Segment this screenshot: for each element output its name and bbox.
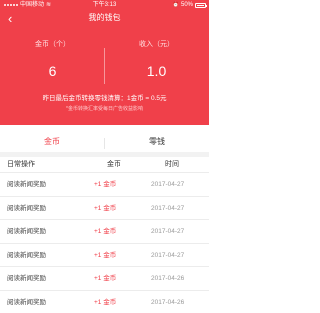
battery-icon xyxy=(195,2,207,8)
status-right: ⏰ 50% xyxy=(172,0,207,10)
table-row: 阅读新闻奖励 +1 金币 2017-04-27 xyxy=(0,197,209,220)
wallet-header: 中国移动 ≋ 下午3:13 ⏰ 50% ‹ 我的钱包 金币（个） 6 收入（元）… xyxy=(0,0,209,125)
coins-stat: 金币（个） 6 xyxy=(0,40,105,82)
row-operation: 阅读新闻奖励 xyxy=(7,251,46,259)
row-time: 2017-04-27 xyxy=(151,251,185,259)
nav-bar: ‹ 我的钱包 xyxy=(0,10,209,28)
row-time: 2017-04-27 xyxy=(151,181,185,188)
alarm-icon: ⏰ xyxy=(172,2,179,8)
row-coin: +1 金币 xyxy=(94,251,117,259)
table-row: 阅读新闻奖励 +1 金币 2017-04-26 xyxy=(0,267,209,291)
table-row: 阅读新闻奖励 +1 金币 2017-04-26 xyxy=(0,291,209,313)
header-time: 时间 xyxy=(165,161,179,168)
row-time: 2017-04-26 xyxy=(151,275,185,282)
table-row: 阅读新闻奖励 +1 金币 2017-04-27 xyxy=(0,173,209,197)
row-time: 2017-04-27 xyxy=(151,228,185,235)
income-stat: 收入（元） 1.0 xyxy=(104,40,209,82)
coin-records: 阅读新闻奖励 +1 金币 2017-04-27 阅读新闻奖励 +1 金币 201… xyxy=(0,173,209,313)
row-operation: 阅读新闻奖励 xyxy=(7,181,46,188)
table-header: 日常操作 金币 时间 xyxy=(0,157,209,173)
row-operation: 阅读新闻奖励 xyxy=(7,204,46,212)
coins-value: 6 xyxy=(48,63,57,79)
wallet-screen: 中国移动 ≋ 下午3:13 ⏰ 50% ‹ 我的钱包 金币（个） 6 收入（元）… xyxy=(0,0,209,313)
row-operation: 阅读新闻奖励 xyxy=(7,228,46,235)
stats-divider xyxy=(104,48,105,84)
row-time: 2017-04-26 xyxy=(151,298,185,306)
header-coin: 金币 xyxy=(107,161,121,168)
exchange-rate-text: 昨日最后金币转换零钱清算：1金币 = 0.5元 xyxy=(42,95,167,102)
exchange-rate-note: *金币转换汇率受每日广告收益影响 xyxy=(66,106,143,112)
coins-label: 金币（个） xyxy=(35,41,70,48)
row-coin: +1 金币 xyxy=(94,204,117,212)
income-label: 收入（元） xyxy=(139,41,174,48)
row-coin: +1 金币 xyxy=(94,298,117,306)
income-value: 1.0 xyxy=(146,63,167,79)
table-row: 阅读新闻奖励 +1 金币 2017-04-27 xyxy=(0,220,209,244)
row-coin: +1 金币 xyxy=(94,275,117,282)
header-operation: 日常操作 xyxy=(7,161,35,168)
row-operation: 阅读新闻奖励 xyxy=(7,275,46,282)
page-title: 我的钱包 xyxy=(88,13,121,22)
battery-percent: 50% xyxy=(180,2,193,8)
row-coin: +1 金币 xyxy=(94,228,117,235)
table-row: 阅读新闻奖励 +1 金币 2017-04-27 xyxy=(0,244,209,267)
row-coin: +1 金币 xyxy=(94,181,117,188)
row-operation: 阅读新闻奖励 xyxy=(7,298,46,306)
status-bar: 中国移动 ≋ 下午3:13 ⏰ 50% xyxy=(0,0,209,10)
row-time: 2017-04-27 xyxy=(151,204,185,212)
